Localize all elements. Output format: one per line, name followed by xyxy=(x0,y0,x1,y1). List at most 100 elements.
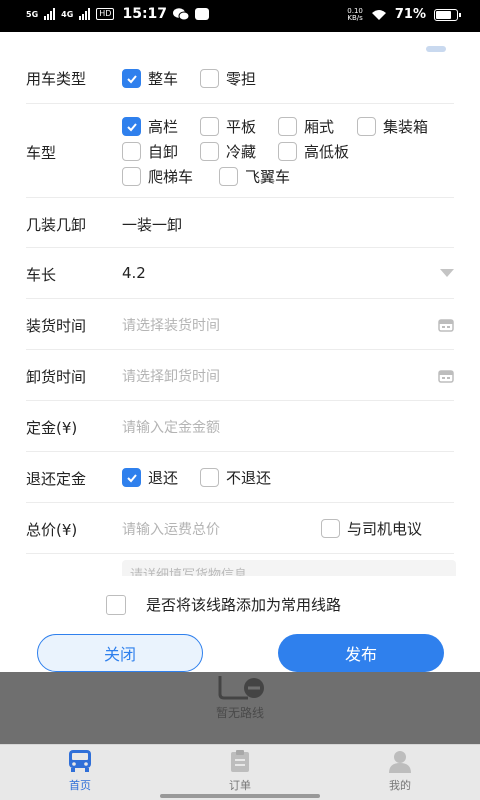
bus-icon xyxy=(69,750,91,772)
length-value[interactable]: 4.2 xyxy=(122,264,146,282)
option-no-refund[interactable]: 不退还 xyxy=(200,467,271,488)
wechat-icon xyxy=(173,7,190,20)
load-unload-label: 几装几卸 xyxy=(26,216,87,234)
nav-home[interactable]: 首页 xyxy=(40,749,120,793)
option-label: 爬梯车 xyxy=(148,168,194,186)
option-whole-truck[interactable]: 整车 xyxy=(122,68,178,89)
option-refrigerated[interactable]: 冷藏 xyxy=(200,141,256,162)
signal-icon-2 xyxy=(79,8,91,20)
close-button[interactable]: 关闭 xyxy=(37,634,203,672)
battery-percent: 71% xyxy=(394,7,426,22)
load-time-label: 装货时间 xyxy=(26,317,87,335)
load-unload-row[interactable]: 几装几卸 一装一卸 xyxy=(26,198,454,248)
unload-time-placeholder[interactable]: 请选择卸货时间 xyxy=(122,366,220,386)
option-label: 集装箱 xyxy=(383,118,429,136)
sheet-handle[interactable] xyxy=(426,46,446,52)
status-bar: 5G 4G HD 15:17 0.10 KB/s 71% xyxy=(0,0,480,32)
checkbox-whole-truck[interactable] xyxy=(122,69,141,88)
nav-mine[interactable]: 我的 xyxy=(360,749,440,793)
empty-route-text: 暂无路线 xyxy=(215,706,264,720)
option-ltl[interactable]: 零担 xyxy=(200,68,256,89)
cargo-info-textarea[interactable]: 请详细填写货物信息 xyxy=(122,560,456,576)
unload-time-row[interactable]: 卸货时间 请选择卸货时间 xyxy=(26,350,454,401)
option-label: 不退还 xyxy=(226,469,272,487)
nav-order[interactable]: 订单 xyxy=(200,749,280,793)
option-dump[interactable]: 自卸 xyxy=(122,141,178,162)
refund-deposit-row: 退还定金 退还 不退还 xyxy=(26,452,454,503)
signal-icon xyxy=(44,8,56,20)
option-flatbed[interactable]: 平板 xyxy=(200,116,256,137)
checkbox-save-route[interactable] xyxy=(106,594,126,615)
checkbox-no-refund[interactable] xyxy=(200,468,219,487)
checkbox-ltl[interactable] xyxy=(200,69,219,88)
option-high-rail[interactable]: 高栏 xyxy=(122,116,178,137)
checkbox-dump[interactable] xyxy=(122,142,141,161)
load-unload-value[interactable]: 一装一卸 xyxy=(122,214,182,235)
length-row[interactable]: 车长 4.2 xyxy=(26,248,454,299)
deposit-input[interactable]: 请输入定金金额 xyxy=(122,417,220,437)
clock: 15:17 xyxy=(122,6,168,22)
check-icon xyxy=(126,473,137,482)
option-refund[interactable]: 退还 xyxy=(122,467,178,488)
publish-sheet: 用车类型 整车 零担 车型 高栏 平板 厢式 集装箱 自卸 冷藏 高低板 爬梯车… xyxy=(0,32,480,672)
option-box-truck[interactable]: 厢式 xyxy=(278,116,334,137)
bottom-nav: 首页 订单 我的 xyxy=(0,744,480,800)
checkbox-flatbed[interactable] xyxy=(200,117,219,136)
checkbox-box-truck[interactable] xyxy=(278,117,297,136)
length-label: 车长 xyxy=(26,266,57,284)
total-price-label: 总价(¥) xyxy=(26,521,78,539)
total-price-row: 总价(¥) 请输入运费总价 与司机电议 xyxy=(26,503,454,554)
option-container[interactable]: 集装箱 xyxy=(357,116,428,137)
option-label: 平板 xyxy=(226,118,257,136)
vehicle-model-label: 车型 xyxy=(26,144,57,162)
hd-badge: HD xyxy=(96,8,115,20)
total-price-input[interactable]: 请输入运费总价 xyxy=(122,519,220,539)
option-ladder-truck[interactable]: 爬梯车 xyxy=(122,166,193,187)
save-route-option[interactable]: 是否将该线路添加为常用线路 xyxy=(106,594,341,615)
vehicle-model-row: 车型 高栏 平板 厢式 集装箱 自卸 冷藏 高低板 爬梯车 飞翼车 xyxy=(26,104,454,198)
wifi-icon xyxy=(371,9,386,20)
network-speed-unit: KB/s xyxy=(347,13,363,22)
refund-deposit-label: 退还定金 xyxy=(26,470,87,488)
battery-icon xyxy=(434,8,461,21)
option-negotiate[interactable]: 与司机电议 xyxy=(321,518,422,539)
checkbox-high-rail[interactable] xyxy=(122,117,141,136)
status-bar-right: 0.10 KB/s 71% xyxy=(347,7,461,22)
checkbox-refrigerated[interactable] xyxy=(200,142,219,161)
option-label: 冷藏 xyxy=(226,143,257,161)
calendar-icon[interactable] xyxy=(438,318,454,332)
option-lowboy[interactable]: 高低板 xyxy=(278,141,349,162)
load-time-placeholder[interactable]: 请选择装货时间 xyxy=(122,315,220,335)
option-label: 自卸 xyxy=(148,143,179,161)
person-icon xyxy=(389,751,411,773)
check-icon xyxy=(126,74,137,83)
nav-order-label: 订单 xyxy=(229,779,251,792)
option-label: 零担 xyxy=(226,70,257,88)
checkbox-ladder-truck[interactable] xyxy=(122,167,141,186)
vehicle-usage-label: 用车类型 xyxy=(26,70,87,88)
unload-time-label: 卸货时间 xyxy=(26,368,87,386)
checkbox-lowboy[interactable] xyxy=(278,142,297,161)
checkbox-refund[interactable] xyxy=(122,468,141,487)
mail-icon xyxy=(195,8,210,20)
checkbox-container[interactable] xyxy=(357,117,376,136)
save-route-label: 是否将该线路添加为常用线路 xyxy=(146,596,342,614)
nav-home-label: 首页 xyxy=(69,779,91,792)
option-wing-truck[interactable]: 飞翼车 xyxy=(219,166,290,187)
option-label: 退还 xyxy=(148,469,179,487)
option-label: 整车 xyxy=(148,70,179,88)
network-type-5g: 5G xyxy=(26,9,39,19)
checkbox-wing-truck[interactable] xyxy=(219,167,238,186)
publish-button[interactable]: 发布 xyxy=(278,634,444,672)
calendar-icon[interactable] xyxy=(438,369,454,383)
empty-route-icon xyxy=(218,676,264,700)
network-type-4g: 4G xyxy=(61,9,74,19)
nav-mine-label: 我的 xyxy=(389,779,411,792)
option-label: 高低板 xyxy=(304,143,350,161)
status-bar-left: 5G 4G HD 15:17 xyxy=(26,6,210,22)
dropdown-triangle-icon[interactable] xyxy=(440,269,454,277)
checkbox-negotiate[interactable] xyxy=(321,519,340,538)
check-icon xyxy=(126,122,137,131)
option-label: 飞翼车 xyxy=(245,168,291,186)
load-time-row[interactable]: 装货时间 请选择装货时间 xyxy=(26,299,454,350)
